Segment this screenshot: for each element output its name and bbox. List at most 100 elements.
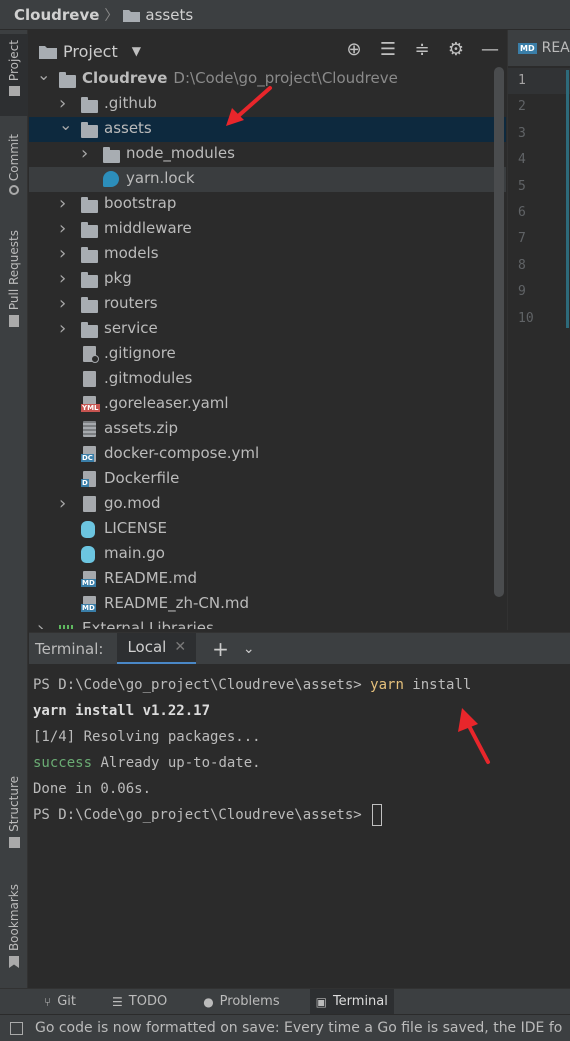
- tree-folder-row[interactable]: › node_modules: [29, 142, 506, 167]
- new-terminal-plus-icon[interactable]: +: [212, 637, 229, 661]
- terminal-title: Terminal:: [35, 639, 104, 658]
- folder-icon: [59, 72, 76, 88]
- file-icon: [83, 421, 96, 437]
- tree-item-label: .gitignore: [104, 344, 176, 362]
- chevron-down-icon: ▼: [131, 44, 141, 58]
- tree-folder-row[interactable]: › routers: [29, 292, 506, 317]
- file-icon: YML: [81, 396, 100, 412]
- close-icon[interactable]: ✕: [174, 639, 186, 655]
- tree-scrollbar[interactable]: [494, 67, 504, 597]
- tree-file-row[interactable]: DC docker-compose.yml: [29, 442, 506, 467]
- structure-icon: [8, 836, 20, 848]
- folder-icon: [81, 222, 98, 238]
- success-text: success: [33, 755, 93, 771]
- tree-file-row[interactable]: › go.mod: [29, 492, 506, 517]
- expand-all-icon[interactable]: ☰: [378, 40, 398, 60]
- chevron-right-icon[interactable]: ›: [59, 295, 71, 313]
- minimize-icon[interactable]: —: [480, 40, 500, 60]
- tree-item-label: README.md: [104, 569, 197, 587]
- locate-target-icon[interactable]: ⊕: [344, 40, 364, 60]
- gear-icon[interactable]: ⚙: [446, 40, 466, 60]
- tree-file-row[interactable]: › External Libraries: [29, 617, 506, 629]
- editor-tab-readme[interactable]: MD REA: [508, 30, 570, 66]
- breadcrumb-project[interactable]: Cloudreve: [14, 6, 99, 24]
- tree-file-row[interactable]: main.go: [29, 542, 506, 567]
- tree-item-label: .goreleaser.yaml: [104, 394, 229, 412]
- chevron-down-icon[interactable]: ⌄: [243, 641, 255, 657]
- chevron-right-icon[interactable]: ›: [59, 195, 71, 213]
- status-message[interactable]: Go code is now formatted on save: Every …: [35, 1020, 562, 1036]
- tree-file-row[interactable]: .gitignore: [29, 342, 506, 367]
- project-panel-title: Project: [63, 41, 118, 61]
- tree-folder-row[interactable]: › service: [29, 317, 506, 342]
- chevron-right-icon[interactable]: ›: [37, 620, 49, 630]
- tree-file-row[interactable]: YML .goreleaser.yaml: [29, 392, 506, 417]
- tree-file-row[interactable]: assets.zip: [29, 417, 506, 442]
- tree-file-row[interactable]: yarn.lock: [29, 167, 506, 192]
- tree-file-row[interactable]: D Dockerfile: [29, 467, 506, 492]
- status-toggle-icon[interactable]: [10, 1021, 23, 1035]
- line-numbers-gutter: 1 2 3 4 5 6 7 8 9 10: [508, 68, 570, 332]
- tool-tab-terminal-label: Terminal: [332, 994, 388, 1009]
- tool-tab-structure[interactable]: Structure: [0, 772, 28, 858]
- file-icon: MD: [81, 571, 96, 587]
- tree-file-row[interactable]: .gitmodules: [29, 367, 506, 392]
- tree-folder-row[interactable]: › models: [29, 242, 506, 267]
- chevron-right-icon[interactable]: ›: [59, 495, 71, 513]
- chevron-right-icon[interactable]: ›: [59, 245, 71, 263]
- tree-folder-row[interactable]: › middleware: [29, 217, 506, 242]
- library-icon: [59, 625, 75, 629]
- tree-folder-row[interactable]: › pkg: [29, 267, 506, 292]
- tree-file-row[interactable]: LICENSE: [29, 517, 506, 542]
- tree-item-name: LICENSE: [104, 519, 167, 537]
- tree-item-name: .gitmodules: [104, 369, 193, 387]
- tool-tab-terminal[interactable]: ▣ Terminal: [309, 988, 394, 1015]
- tool-tab-project[interactable]: Project: [0, 34, 28, 116]
- chevron-right-icon[interactable]: ›: [59, 270, 71, 288]
- tree-item-name: service: [104, 319, 158, 337]
- tree-file-row[interactable]: MD README_zh-CN.md: [29, 592, 506, 617]
- tool-tab-pull-requests[interactable]: Pull Requests: [0, 226, 28, 336]
- folder-icon: [81, 322, 98, 338]
- terminal-line: PS D:\Code\go_project\Cloudreve\assets>: [33, 802, 570, 828]
- chevron-right-icon[interactable]: ›: [59, 95, 71, 113]
- tree-item-label: service: [104, 319, 158, 337]
- chevron-right-icon[interactable]: ›: [59, 220, 71, 238]
- chevron-right-icon[interactable]: ›: [59, 320, 71, 338]
- terminal-line: PS D:\Code\go_project\Cloudreve\assets> …: [33, 672, 570, 698]
- tool-tab-git[interactable]: ⑂ Git: [38, 989, 82, 1015]
- tree-item-label: main.go: [104, 544, 165, 562]
- bottom-tool-tabs: ⑂ Git ☰ TODO ● Problems ▣ Terminal: [0, 988, 570, 1015]
- tool-tab-bookmarks[interactable]: Bookmarks: [0, 880, 28, 974]
- chevron-down-icon[interactable]: ⌄: [37, 67, 50, 83]
- tree-item-label: middleware: [104, 219, 192, 237]
- breadcrumb: Cloudreve 〉 assets: [0, 0, 570, 30]
- left-tool-strip: Project Commit Pull Requests Structure B…: [0, 30, 28, 988]
- tree-item-name: main.go: [104, 544, 165, 562]
- tree-item-name: .gitignore: [104, 344, 176, 362]
- breadcrumb-folder[interactable]: assets: [123, 6, 193, 24]
- success-rest: Already up-to-date.: [92, 755, 261, 771]
- tree-file-row[interactable]: MD README.md: [29, 567, 506, 592]
- tool-tab-commit-label: Commit: [7, 134, 21, 182]
- tree-item-name: go.mod: [104, 494, 161, 512]
- tool-tab-problems[interactable]: ● Problems: [197, 989, 285, 1015]
- project-view-selector[interactable]: Project ▼: [39, 42, 141, 61]
- editor-pane: MD REA 1 2 3 4 5 6 7 8 9 10: [507, 30, 570, 630]
- chevron-down-icon[interactable]: ⌄: [59, 117, 72, 133]
- annotation-arrow-icon: [226, 86, 272, 126]
- tool-tab-commit[interactable]: Commit: [0, 128, 28, 208]
- tool-tab-structure-label: Structure: [7, 776, 21, 832]
- collapse-all-icon[interactable]: ≑: [412, 40, 432, 60]
- terminal-line: Done in 0.06s.: [33, 781, 152, 797]
- tree-folder-row[interactable]: › bootstrap: [29, 192, 506, 217]
- terminal-tab-local[interactable]: Local ✕: [117, 632, 197, 665]
- tree-item-label: assets: [104, 119, 152, 137]
- tree-item-label: Dockerfile: [104, 469, 179, 487]
- chevron-right-icon[interactable]: ›: [81, 145, 93, 163]
- terminal-tab-label: Local: [127, 638, 167, 656]
- annotation-arrow-icon: [458, 708, 490, 764]
- line-number: 6: [518, 204, 526, 220]
- tool-tab-todo[interactable]: ☰ TODO: [106, 989, 173, 1015]
- tree-item-name: assets: [104, 119, 152, 137]
